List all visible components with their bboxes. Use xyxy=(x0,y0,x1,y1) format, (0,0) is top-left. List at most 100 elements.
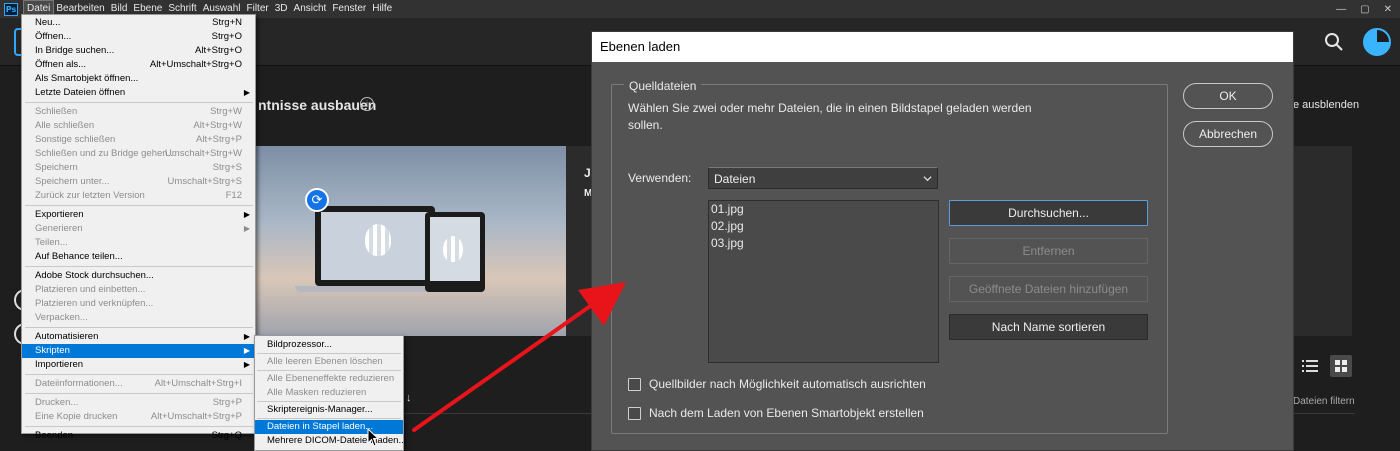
mouse-cursor-icon xyxy=(367,428,380,447)
file-menu-item[interactable]: Platzieren und einbetten... xyxy=(22,283,255,297)
scripts-menu-item[interactable]: Bildprozessor... xyxy=(255,338,403,352)
file-menu-item[interactable]: In Bridge suchen... Alt+Strg+O xyxy=(22,44,255,58)
info-icon[interactable]: i xyxy=(360,97,374,111)
file-menu-item[interactable]: Platzieren und verknüpfen... xyxy=(22,297,255,311)
menu-item-label: Schließen xyxy=(35,106,78,117)
file-menu-item[interactable]: Öffnen als... Alt+Umschalt+Strg+O xyxy=(22,58,255,72)
file-menu-item[interactable]: Generieren ▶ xyxy=(22,222,255,236)
file-menu-item[interactable]: Teilen... xyxy=(22,236,255,250)
minimize-icon[interactable]: — xyxy=(1336,4,1346,15)
menu-item-shortcut: Alt+Strg+O xyxy=(195,45,242,56)
menu-item-label: Mehrere DICOM-Dateien laden... xyxy=(267,435,407,446)
close-icon[interactable]: ✕ xyxy=(1384,4,1392,15)
chevron-down-icon xyxy=(923,176,932,182)
menu-item-label: Skriptereignis-Manager... xyxy=(267,404,373,415)
menu-item-shortcut: F12 xyxy=(225,190,242,201)
submenu-arrow-icon: ▶ xyxy=(243,346,250,355)
file-menu-item[interactable]: Drucken... Strg+P xyxy=(22,396,255,410)
menu-fenster[interactable]: Fenster xyxy=(329,1,369,17)
file-menu-item[interactable]: Sonstige schließen Alt+Strg+P xyxy=(22,133,255,147)
file-menu-item[interactable]: Öffnen... Strg+O xyxy=(22,30,255,44)
add-open-files-label: Geöffnete Dateien hinzufügen xyxy=(968,282,1129,296)
file-menu-item[interactable]: Schließen Strg+W xyxy=(22,105,255,119)
menu-separator xyxy=(25,327,253,328)
file-menu-item[interactable]: Dateiinformationen... Alt+Umschalt+Strg+I xyxy=(22,377,255,391)
ok-button[interactable]: OK xyxy=(1183,83,1273,109)
menu-item-shortcut: Umschalt+Strg+S xyxy=(167,176,242,187)
scripts-menu-item[interactable]: Alle Ebeneneffekte reduzieren xyxy=(255,372,403,386)
list-item[interactable]: 02.jpg xyxy=(709,218,938,235)
file-list[interactable]: 01.jpg 02.jpg 03.jpg xyxy=(708,200,939,363)
list-item[interactable]: 01.jpg xyxy=(709,201,938,218)
menu-item-label: Neu... xyxy=(35,17,61,28)
menu-item-label: Eine Kopie drucken xyxy=(35,411,118,422)
menu-3d[interactable]: 3D xyxy=(272,1,291,17)
menu-item-label: Dateiinformationen... xyxy=(35,378,123,389)
list-item[interactable]: 03.jpg xyxy=(709,235,938,252)
smart-object-label[interactable]: Nach dem Laden von Ebenen Smartobjekt er… xyxy=(649,406,924,420)
menu-item-shortcut: Strg+Q xyxy=(211,430,242,441)
menu-item-label: Verpacken... xyxy=(35,312,88,323)
ok-button-label: OK xyxy=(1219,89,1237,103)
cancel-button-label: Abbrechen xyxy=(1198,127,1258,141)
menu-item-label: Bildprozessor... xyxy=(267,339,332,350)
scripts-menu-item[interactable]: Skriptereignis-Manager... xyxy=(255,403,403,417)
scripts-menu-item[interactable]: Alle Masken reduzieren xyxy=(255,386,403,400)
menu-item-label: Beenden xyxy=(35,430,74,441)
file-menu-item[interactable]: Automatisieren ▶ xyxy=(22,330,255,344)
sort-by-name-button[interactable]: Nach Name sortieren xyxy=(949,314,1148,340)
avatar[interactable] xyxy=(1363,28,1391,56)
menu-item-shortcut: Strg+S xyxy=(212,162,242,173)
menu-separator xyxy=(25,205,253,206)
menu-separator xyxy=(25,426,253,427)
file-menu-item[interactable]: Beenden Strg+Q xyxy=(22,429,255,443)
menu-item-label: Drucken... xyxy=(35,397,79,408)
list-view-icon[interactable] xyxy=(1302,358,1320,374)
menu-ansicht[interactable]: Ansicht xyxy=(291,1,330,17)
menu-item-label: Öffnen als... xyxy=(35,59,87,70)
use-select[interactable]: Dateien xyxy=(708,167,938,189)
maximize-icon[interactable]: ▢ xyxy=(1360,4,1369,15)
menu-item-label: Alle Ebeneneffekte reduzieren xyxy=(267,373,395,384)
menu-item-shortcut: Strg+N xyxy=(212,17,242,28)
file-menu-item[interactable]: Letzte Dateien öffnen ▶ xyxy=(22,86,255,100)
browse-button-label: Durchsuchen... xyxy=(1008,206,1089,220)
file-menu-item[interactable]: Speichern Strg+S xyxy=(22,161,255,175)
file-menu-item[interactable]: Auf Behance teilen... xyxy=(22,250,255,264)
add-open-files-button[interactable]: Geöffnete Dateien hinzufügen xyxy=(949,276,1148,302)
file-menu-item[interactable]: Eine Kopie drucken Alt+Umschalt+Strg+P xyxy=(22,410,255,424)
grid-view-icon[interactable] xyxy=(1330,355,1352,377)
file-menu-item[interactable]: Neu... Strg+N xyxy=(22,16,255,30)
browse-button[interactable]: Durchsuchen... xyxy=(949,200,1148,226)
menu-hilfe[interactable]: Hilfe xyxy=(369,1,395,17)
file-menu-item[interactable]: Exportieren ▶ xyxy=(22,208,255,222)
file-menu-item[interactable]: Speichern unter... Umschalt+Strg+S xyxy=(22,175,255,189)
filter-input[interactable]: Dateien filtern xyxy=(1293,396,1355,407)
auto-align-label[interactable]: Quellbilder nach Möglichkeit automatisch… xyxy=(649,377,926,391)
search-icon[interactable] xyxy=(1324,32,1344,52)
file-menu-item[interactable]: Zurück zur letzten Version F12 xyxy=(22,189,255,203)
file-menu-item[interactable]: Skripten ▶ xyxy=(22,344,255,358)
menu-item-shortcut: Umschalt+Strg+W xyxy=(164,148,242,159)
file-menu-item[interactable]: Als Smartobjekt öffnen... xyxy=(22,72,255,86)
menu-separator xyxy=(257,370,401,371)
scripts-menu-item[interactable]: Alle leeren Ebenen löschen xyxy=(255,355,403,369)
menu-item-label: Platzieren und verknüpfen... xyxy=(35,298,154,309)
sync-icon: ⟳ xyxy=(305,188,329,212)
file-menu-item[interactable]: Schließen und zu Bridge gehen... Umschalt… xyxy=(22,147,255,161)
menu-item-shortcut: Alt+Umschalt+Strg+I xyxy=(154,378,242,389)
hide-link[interactable]: e ausblenden xyxy=(1293,99,1359,111)
file-menu-item[interactable]: Adobe Stock durchsuchen... xyxy=(22,269,255,283)
remove-button[interactable]: Entfernen xyxy=(949,238,1148,264)
use-label: Verwenden: xyxy=(628,171,692,185)
file-menu-item[interactable]: Verpacken... xyxy=(22,311,255,325)
menu-item-label: Teilen... xyxy=(35,237,68,248)
file-menu-item[interactable]: Alle schließen Alt+Strg+W xyxy=(22,119,255,133)
menu-item-shortcut: Strg+P xyxy=(212,397,242,408)
menu-separator xyxy=(25,266,253,267)
cancel-button[interactable]: Abbrechen xyxy=(1183,121,1273,147)
menu-separator xyxy=(257,401,401,402)
file-menu-item[interactable]: Importieren ▶ xyxy=(22,358,255,372)
dialog-titlebar: Ebenen laden xyxy=(592,32,1293,62)
menu-item-label: Speichern xyxy=(35,162,78,173)
